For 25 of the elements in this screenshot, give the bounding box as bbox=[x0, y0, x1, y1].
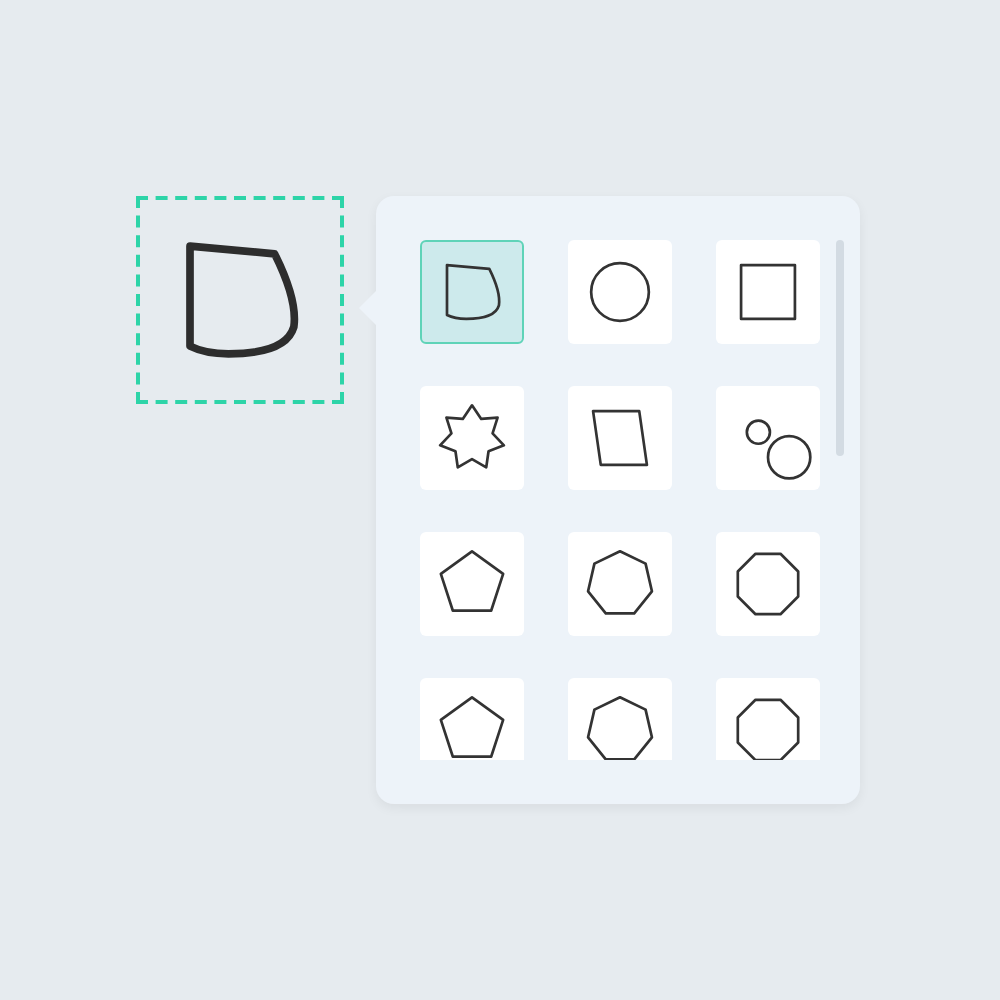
circles-icon bbox=[745, 419, 812, 480]
shape-tile[interactable] bbox=[420, 240, 524, 344]
shape-tile[interactable] bbox=[420, 678, 524, 760]
shape-tile[interactable] bbox=[716, 532, 820, 636]
shape-tile[interactable] bbox=[716, 240, 820, 344]
shape-tile[interactable] bbox=[716, 386, 820, 490]
octagon-icon bbox=[736, 552, 800, 616]
shape-tile[interactable] bbox=[568, 678, 672, 760]
parallelogram-icon bbox=[591, 409, 649, 467]
shape-tile[interactable] bbox=[420, 386, 524, 490]
shape-tile[interactable] bbox=[568, 386, 672, 490]
shape-tile[interactable] bbox=[716, 678, 820, 760]
pentagon-icon bbox=[439, 549, 505, 612]
heptagon-icon bbox=[586, 549, 654, 615]
blob-shape-icon bbox=[445, 263, 501, 321]
blob-shape[interactable] bbox=[186, 242, 299, 358]
square-icon bbox=[739, 263, 797, 321]
pentagon-icon bbox=[439, 695, 505, 758]
shape-tile[interactable] bbox=[420, 532, 524, 636]
octagon-icon bbox=[736, 698, 800, 760]
shape-tile[interactable] bbox=[568, 240, 672, 344]
shape-tile[interactable] bbox=[568, 532, 672, 636]
star-icon bbox=[438, 403, 506, 469]
heptagon-icon bbox=[586, 695, 654, 760]
circle-icon bbox=[589, 261, 651, 323]
